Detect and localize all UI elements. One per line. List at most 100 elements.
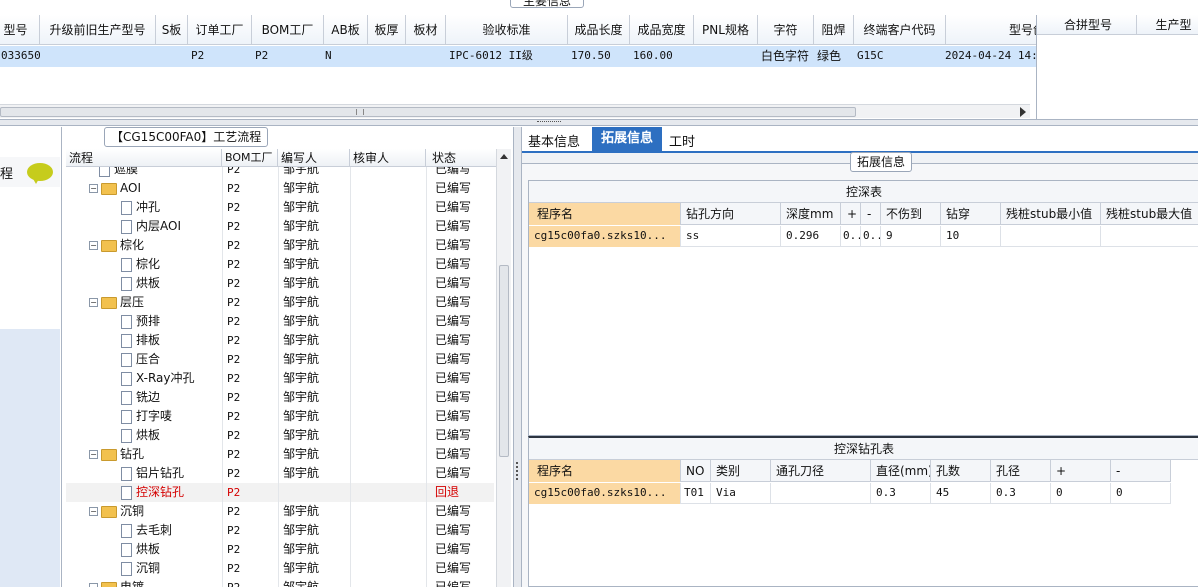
tree-row[interactable]: 烘板 P2 邹宇航 已编写 xyxy=(66,540,494,559)
tree-folder-row[interactable]: − 层压 P2 邹宇航 已编写 xyxy=(66,293,494,312)
tree-folder-row[interactable]: − 沉铜 P2 邹宇航 已编写 xyxy=(66,502,494,521)
tree-row[interactable]: 预排 P2 邹宇航 已编写 xyxy=(66,312,494,331)
document-icon xyxy=(121,390,132,405)
tree-row[interactable]: 棕化 P2 邹宇航 已编写 xyxy=(66,255,494,274)
process-vscrollbar[interactable] xyxy=(496,149,511,587)
col-header[interactable]: - xyxy=(861,203,881,225)
collapse-toggle-icon[interactable]: − xyxy=(89,583,98,587)
col-header[interactable]: 型号创 xyxy=(946,15,1036,44)
tree-row[interactable]: X-Ray冲孔 P2 邹宇航 已编写 xyxy=(66,369,494,388)
col-header[interactable]: 直径(mm) xyxy=(871,460,931,482)
collapse-toggle-icon[interactable]: − xyxy=(89,450,98,459)
col-header[interactable]: AB板 xyxy=(324,15,368,44)
col-header[interactable]: 合拼型号 xyxy=(1037,15,1137,35)
left-tab-label[interactable]: 程 xyxy=(0,163,13,182)
tree-row[interactable]: 沉铜 P2 邹宇航 已编写 xyxy=(66,559,494,578)
col-header[interactable]: 字符 xyxy=(758,15,814,44)
tree-row[interactable]: 铣边 P2 邹宇航 已编写 xyxy=(66,388,494,407)
col-header[interactable]: 板材 xyxy=(406,15,446,44)
document-icon xyxy=(121,219,132,234)
tree-folder-row[interactable]: −电镀P2邹宇航已编写 xyxy=(66,578,494,587)
col-header[interactable]: + xyxy=(1051,460,1111,482)
tree-row[interactable]: 铝片钻孔 P2 邹宇航 已编写 xyxy=(66,464,494,483)
col-header[interactable]: 类别 xyxy=(711,460,771,482)
tree-folder-row[interactable]: − AOI P2 邹宇航 已编写 xyxy=(66,179,494,198)
collapse-toggle-icon[interactable]: − xyxy=(89,184,98,193)
col-header[interactable]: 升级前旧生产型号 xyxy=(40,15,156,44)
tree-row[interactable]: 打字唛 P2 邹宇航 已编写 xyxy=(66,407,494,426)
col-header[interactable]: 钻穿 xyxy=(941,203,1001,225)
depth-table-row[interactable]: cg15c00fa0.szks10... ss 0.296 0.. 0.. 9 … xyxy=(529,226,1198,247)
ext-info-title: 拓展信息 xyxy=(850,152,913,172)
cell-minus: 0 xyxy=(1111,483,1171,504)
tree-folder-row[interactable]: − 钻孔 P2 邹宇航 已编写 xyxy=(66,445,494,464)
scroll-right-arrow-icon[interactable] xyxy=(1020,107,1026,117)
tree-row[interactable]: 压合 P2 邹宇航 已编写 xyxy=(66,350,494,369)
col-header[interactable]: NO xyxy=(681,460,711,482)
tab-extended-info[interactable]: 拓展信息 xyxy=(592,127,662,153)
collapse-toggle-icon[interactable]: − xyxy=(89,241,98,250)
col-header[interactable]: 程序名 xyxy=(529,203,681,225)
col-header[interactable]: 程序名 xyxy=(529,460,681,482)
folder-icon xyxy=(101,448,117,461)
col-header[interactable]: 型号 xyxy=(0,15,40,44)
tree-row[interactable]: 遮膜 P2 邹宇航 已编写 xyxy=(66,167,494,179)
tab-bar: 基本信息 拓展信息 工时 xyxy=(522,127,1198,153)
tab-working-hours[interactable]: 工时 xyxy=(669,131,695,150)
tree-row[interactable]: 冲孔 P2 邹宇航 已编写 xyxy=(66,198,494,217)
scroll-up-arrow-icon[interactable] xyxy=(500,154,508,159)
col-header-reviewer[interactable]: 核审人 xyxy=(350,149,426,167)
col-header-writer[interactable]: 编写人 xyxy=(278,149,350,167)
col-header-status[interactable]: 状态 xyxy=(426,149,496,167)
drill-table-row[interactable]: cg15c00fa0.szks10... T01 Via 0.3 45 0.3 … xyxy=(529,483,1171,504)
col-header[interactable]: 成品长度 xyxy=(568,15,630,44)
col-header[interactable]: 通孔刀径 xyxy=(771,460,871,482)
document-icon xyxy=(121,409,132,424)
col-header-process[interactable]: 流程 xyxy=(66,149,222,167)
tree-row[interactable]: 烘板 P2 邹宇航 已编写 xyxy=(66,426,494,445)
col-header-bom[interactable]: BOM工厂 xyxy=(222,149,278,167)
col-header[interactable]: 孔数 xyxy=(931,460,991,482)
col-header[interactable]: 验收标准 xyxy=(446,15,568,44)
top-hscrollbar[interactable] xyxy=(0,104,1030,118)
cell-bom-factory: P2 xyxy=(255,49,269,62)
col-header[interactable]: 钻孔方向 xyxy=(681,203,781,225)
col-header[interactable]: 成品宽度 xyxy=(630,15,694,44)
process-grid-header: 流程 BOM工厂 编写人 核审人 状态 xyxy=(66,149,496,167)
tab-basic-info[interactable]: 基本信息 xyxy=(528,131,580,150)
col-header[interactable]: 生产型 xyxy=(1137,15,1198,35)
tree-row-selected[interactable]: 控深钻孔 P2 回退 xyxy=(66,483,494,502)
tree-row[interactable]: 烘板 P2 邹宇航 已编写 xyxy=(66,274,494,293)
tree-row[interactable]: 内层AOI P2 邹宇航 已编写 xyxy=(66,217,494,236)
col-header[interactable]: 板厚 xyxy=(368,15,406,44)
col-header[interactable]: 不伤到 xyxy=(881,203,941,225)
col-header[interactable]: + xyxy=(841,203,861,225)
tree-row[interactable]: 去毛刺 P2 邹宇航 已编写 xyxy=(66,521,494,540)
col-header[interactable]: 终端客户代码 xyxy=(854,15,946,44)
scroll-thumb[interactable] xyxy=(499,265,509,457)
cell-no: T01 xyxy=(681,483,711,504)
collapse-toggle-icon[interactable]: − xyxy=(89,298,98,307)
process-title: 【CG15C00FA0】工艺流程 xyxy=(104,127,269,147)
col-header[interactable]: S板 xyxy=(156,15,188,44)
col-header[interactable]: BOM工厂 xyxy=(252,15,324,44)
horizontal-splitter[interactable] xyxy=(0,120,1198,126)
col-header[interactable]: 残桩stub最小值 xyxy=(1001,203,1101,225)
top-grid-header: 型号 升级前旧生产型号 S板 订单工厂 BOM工厂 AB板 板厚 板材 验收标准… xyxy=(0,15,1036,45)
col-header[interactable]: 残桩stub最大值 xyxy=(1101,203,1198,225)
chat-bubble-icon[interactable] xyxy=(27,163,53,181)
document-icon xyxy=(121,371,132,386)
collapse-toggle-icon[interactable]: − xyxy=(89,507,98,516)
col-header[interactable]: 阻焊 xyxy=(814,15,854,44)
col-header[interactable]: 订单工厂 xyxy=(188,15,252,44)
vertical-splitter[interactable] xyxy=(514,127,522,587)
cell-plus: 0 xyxy=(1051,483,1111,504)
tree-row[interactable]: 排板 P2 邹宇航 已编写 xyxy=(66,331,494,350)
scroll-thumb[interactable] xyxy=(0,107,856,117)
tree-folder-row[interactable]: − 棕化 P2 邹宇航 已编写 xyxy=(66,236,494,255)
top-grid-selected-row[interactable]: 033650 P2 P2 N IPC-6012 II级 170.50 160.0… xyxy=(0,46,1036,67)
col-header[interactable]: PNL规格 xyxy=(694,15,758,44)
col-header[interactable]: 孔径 xyxy=(991,460,1051,482)
col-header[interactable]: 深度mm xyxy=(781,203,841,225)
col-header[interactable]: - xyxy=(1111,460,1171,482)
